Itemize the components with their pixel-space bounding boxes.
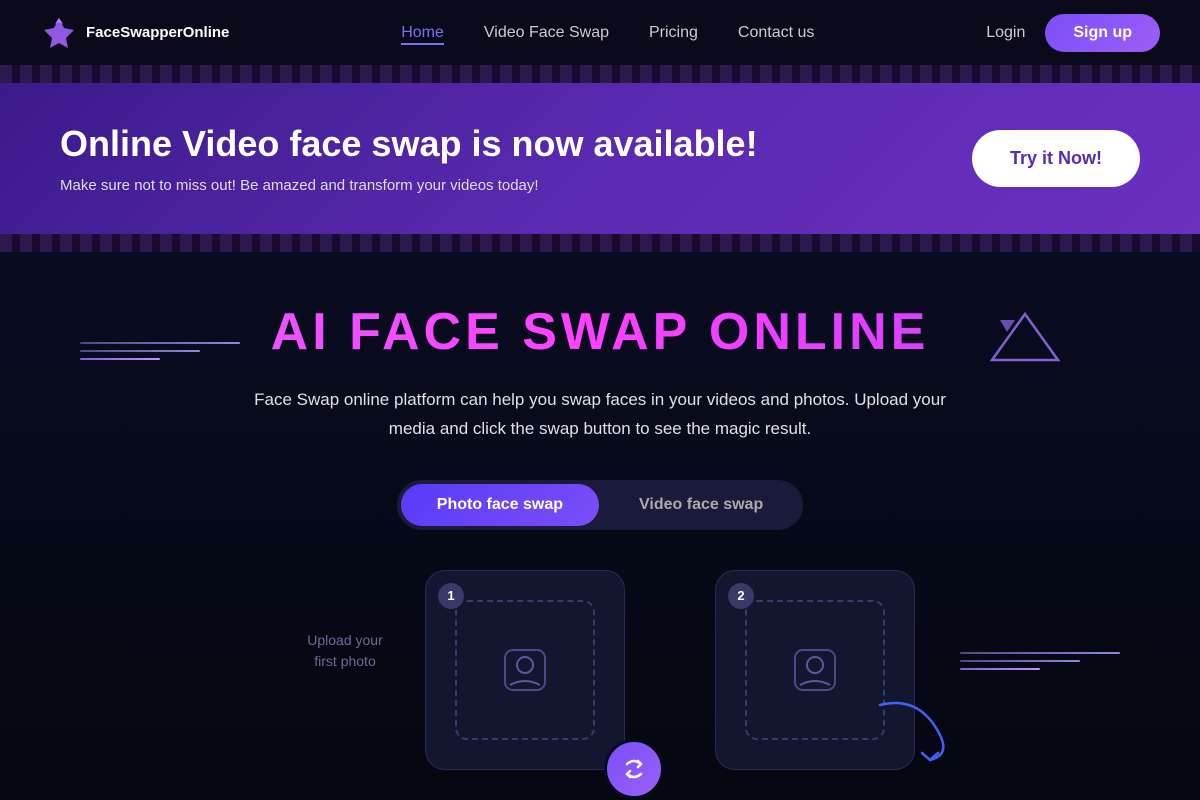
- nav-link-home[interactable]: Home: [401, 24, 444, 45]
- arrow-deco: [860, 685, 960, 770]
- arrow-deco-icon: [860, 685, 960, 765]
- main-description: Face Swap online platform can help you s…: [250, 386, 950, 444]
- card-1-dashed: [455, 600, 595, 740]
- banner: Online Video face swap is now available!…: [0, 83, 1200, 234]
- nav-link-contact[interactable]: Contact us: [738, 24, 814, 41]
- deco-line-1: [80, 342, 240, 344]
- deco-line-2: [80, 350, 200, 352]
- nav-links: Home Video Face Swap Pricing Contact us: [401, 24, 814, 42]
- tab-video-face-swap[interactable]: Video face swap: [603, 484, 799, 526]
- banner-text: Online Video face swap is now available!…: [60, 123, 758, 194]
- try-now-button[interactable]: Try it Now!: [972, 130, 1140, 187]
- banner-headline: Online Video face swap is now available!: [60, 123, 758, 165]
- face-icon-2: [790, 645, 840, 695]
- card-1-number: 1: [438, 583, 464, 609]
- triangle-deco: [990, 312, 1060, 367]
- banner-subtext: Make sure not to miss out! Be amazed and…: [60, 177, 758, 194]
- logo-text: FaceSwapperOnline: [86, 24, 229, 41]
- navigation: FaceSwapperOnline Home Video Face Swap P…: [0, 0, 1200, 65]
- film-strip-bottom: [0, 234, 1200, 252]
- swap-circle: [604, 739, 664, 799]
- main-section: AI FACE SWAP ONLINE Face Swap online pla…: [0, 252, 1200, 800]
- tab-photo-face-swap[interactable]: Photo face swap: [401, 484, 599, 526]
- nav-link-video-face-swap[interactable]: Video Face Swap: [484, 24, 609, 41]
- nav-item-video-face-swap[interactable]: Video Face Swap: [484, 24, 609, 42]
- nav-item-contact[interactable]: Contact us: [738, 24, 814, 42]
- login-button[interactable]: Login: [986, 24, 1025, 42]
- swap-icon-container: [604, 739, 664, 799]
- logo[interactable]: FaceSwapperOnline: [40, 14, 229, 52]
- nav-item-home[interactable]: Home: [401, 24, 444, 42]
- side-label: Upload yourfirst photo: [275, 570, 415, 672]
- deco-line-3: [80, 358, 160, 360]
- card-2-number: 2: [728, 583, 754, 609]
- logo-icon: [40, 14, 78, 52]
- nav-item-pricing[interactable]: Pricing: [649, 24, 698, 42]
- tab-container: Photo face swap Video face swap: [40, 480, 1160, 530]
- face-icon-1: [500, 645, 550, 695]
- film-strip-top: [0, 65, 1200, 83]
- nav-link-pricing[interactable]: Pricing: [649, 24, 698, 41]
- swap-arrows-icon: [619, 754, 649, 784]
- deco-lines-left: [80, 342, 240, 360]
- card-1[interactable]: 1: [425, 570, 625, 770]
- tab-group: Photo face swap Video face swap: [397, 480, 803, 530]
- signup-button[interactable]: Sign up: [1045, 14, 1160, 52]
- cards-section: Upload yourfirst photo 1: [40, 570, 1160, 770]
- nav-right: Login Sign up: [986, 14, 1160, 52]
